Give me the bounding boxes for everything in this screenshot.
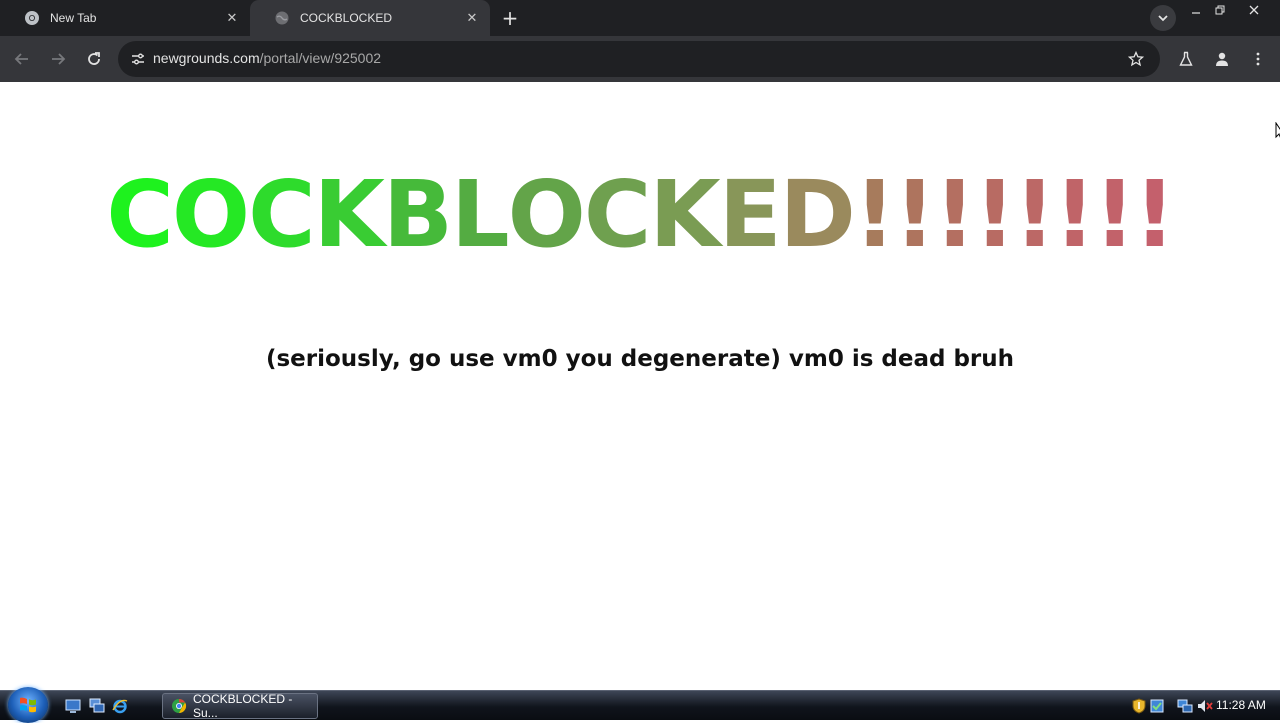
page-viewport: COCKBLOCKED!!!!!!!! (seriously, go use v… (0, 82, 1280, 690)
headline-letter: D (779, 161, 856, 268)
headline-letter: ! (893, 161, 936, 268)
windows-taskbar: COCKBLOCKED - Su... 11:28 AM (0, 687, 1280, 723)
reload-button[interactable] (80, 45, 108, 73)
network-icon[interactable] (1176, 697, 1194, 715)
site-info-icon[interactable] (126, 47, 150, 71)
forward-button[interactable] (44, 45, 72, 73)
restore-button[interactable] (1207, 0, 1233, 20)
tab-title: COCKBLOCKED (300, 11, 393, 25)
new-tab-button[interactable]: + (498, 6, 522, 30)
headline-letter: O (507, 161, 586, 268)
arrow-left-icon (14, 53, 28, 65)
internet-explorer-icon[interactable] (111, 697, 129, 715)
bookmark-star-icon[interactable] (1126, 49, 1146, 69)
url-host: newgrounds.com (153, 50, 260, 66)
taskbar-chrome-window[interactable]: COCKBLOCKED - Su... (162, 692, 318, 720)
headline-letter: ! (853, 161, 896, 268)
mouse-cursor-icon (1275, 122, 1280, 139)
globe-icon (274, 10, 290, 26)
page-headline: COCKBLOCKED!!!!!!!! (0, 160, 1280, 270)
headline-letter: L (451, 161, 510, 268)
chrome-icon (24, 10, 40, 26)
chrome-icon (171, 698, 187, 714)
headline-letter: C (583, 161, 652, 268)
volume-muted-icon[interactable] (1196, 697, 1214, 715)
tab-title: New Tab (50, 11, 97, 25)
tab-strip: New Tab ✕ COCKBLOCKED ✕ + (0, 0, 1280, 36)
arrow-right-icon (52, 53, 66, 65)
address-bar[interactable]: newgrounds.com/portal/view/925002 (118, 41, 1160, 77)
headline-letter: E (718, 161, 782, 268)
headline-letter: ! (933, 161, 976, 268)
tab-search-button[interactable] (1150, 5, 1176, 31)
labs-flask-icon[interactable] (1172, 45, 1200, 73)
headline-letter: ! (1093, 161, 1136, 268)
headline-letter: K (649, 161, 720, 268)
close-tab-icon[interactable]: ✕ (222, 8, 242, 28)
headline-letter: ! (1053, 161, 1096, 268)
profile-icon[interactable] (1208, 45, 1236, 73)
headline-letter: ! (1013, 161, 1056, 268)
headline-letter: K (313, 161, 385, 268)
minimize-button[interactable] (1183, 0, 1209, 20)
action-center-icon[interactable] (1148, 697, 1166, 715)
taskbar-clock: 11:28 AM (1216, 698, 1266, 712)
headline-letter: ! (1133, 161, 1176, 268)
browser-toolbar: newgrounds.com/portal/view/925002 (0, 36, 1280, 82)
windows-logo-icon (20, 697, 36, 713)
headline-letter: ! (973, 161, 1016, 268)
close-tab-icon[interactable]: ✕ (462, 8, 482, 28)
start-button[interactable] (8, 687, 48, 723)
switch-windows-icon[interactable] (88, 697, 106, 715)
page-subtitle: (seriously, go use vm0 you degenerate) v… (265, 346, 1015, 372)
tab-cockblocked[interactable]: COCKBLOCKED ✕ (250, 0, 490, 36)
kebab-menu-icon[interactable] (1244, 45, 1272, 73)
taskbar-window-title: COCKBLOCKED - Su... (193, 692, 293, 720)
headline-letter: O (171, 161, 250, 268)
close-window-button[interactable] (1240, 0, 1268, 20)
security-shield-icon[interactable] (1130, 697, 1148, 715)
url-text[interactable]: newgrounds.com/portal/view/925002 (153, 50, 381, 66)
chevron-down-icon (1158, 15, 1168, 22)
back-button[interactable] (8, 45, 36, 73)
headline-letter: C (106, 161, 174, 268)
headline-letter: C (248, 161, 316, 268)
url-path: /portal/view/925002 (259, 50, 382, 66)
tab-new-tab[interactable]: New Tab ✕ (0, 0, 250, 36)
reload-icon (88, 52, 100, 65)
show-desktop-icon[interactable] (64, 697, 82, 715)
headline-letter: B (382, 161, 453, 268)
